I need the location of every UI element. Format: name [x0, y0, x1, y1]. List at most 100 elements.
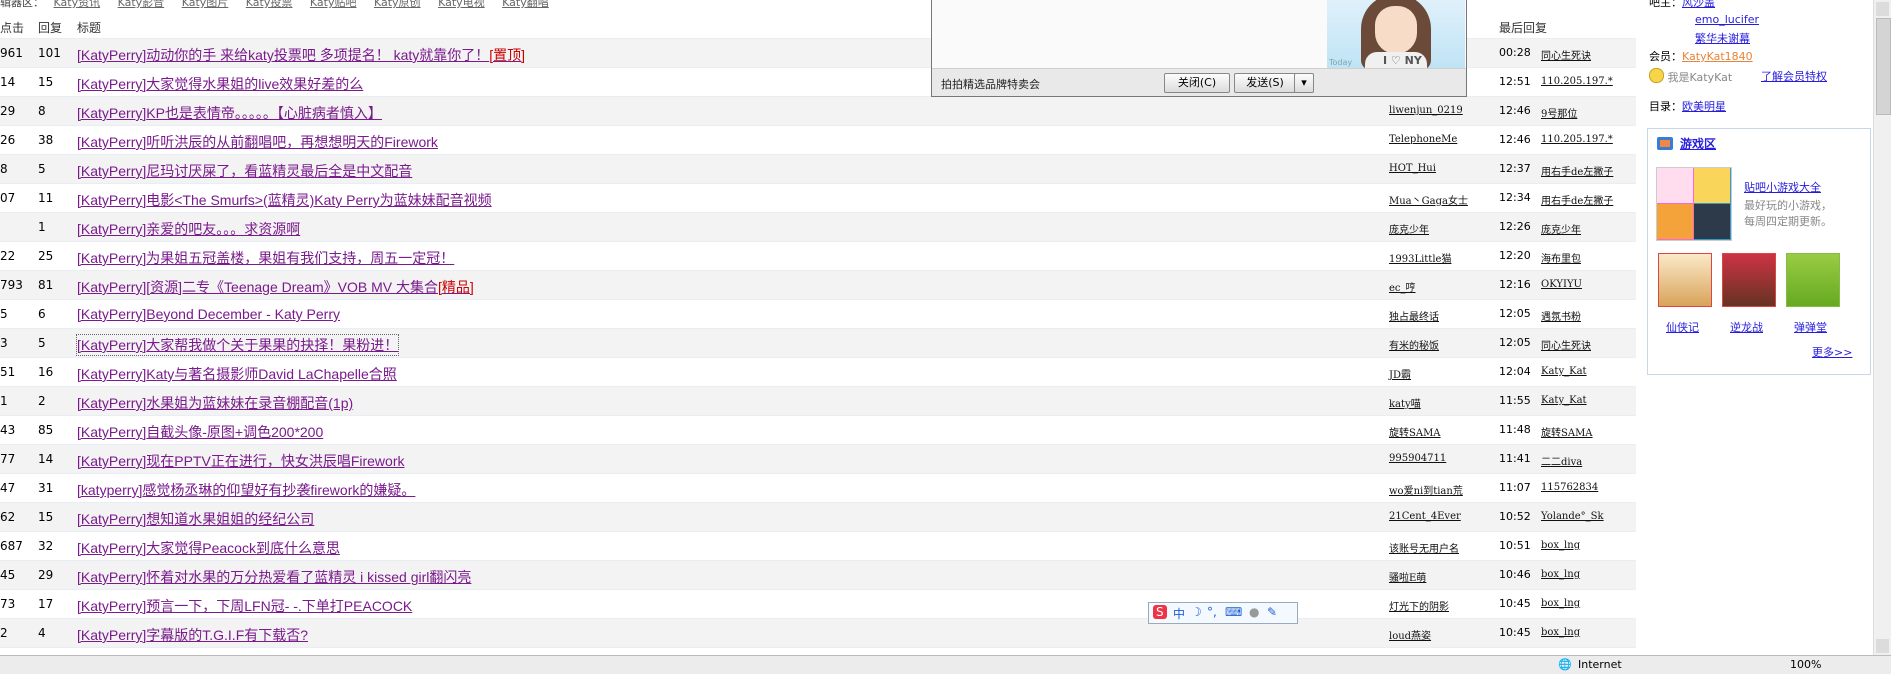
last-reply-user-link[interactable]: box_lng: [1541, 540, 1580, 551]
top-nav-link[interactable]: Katy电视: [438, 0, 485, 9]
top-nav-link[interactable]: Katy图片: [182, 0, 229, 9]
user-icon[interactable]: ●: [1249, 605, 1259, 619]
last-reply-user-link[interactable]: 二二diva: [1541, 453, 1582, 468]
top-nav-link[interactable]: Katy投票: [246, 0, 293, 9]
last-reply-user-link[interactable]: 庞克少年: [1541, 221, 1581, 236]
more-games-link[interactable]: 更多>>: [1812, 344, 1852, 360]
game-label[interactable]: 仙侠记: [1666, 319, 1699, 335]
thread-title-link[interactable]: [KatyPerry]Katy与著名摄影师David LaChapelle合照: [77, 364, 397, 384]
punctuation-icon[interactable]: °,: [1207, 605, 1217, 619]
thread-author-link[interactable]: HOT_Hui: [1389, 163, 1436, 174]
tool-icon[interactable]: ✎: [1267, 605, 1277, 619]
close-button[interactable]: 关闭(C): [1164, 73, 1230, 93]
send-button[interactable]: 发送(S): [1234, 73, 1296, 93]
top-nav-link[interactable]: Katy翻唱: [502, 0, 549, 9]
thread-author-link[interactable]: loud燕姿: [1389, 627, 1431, 642]
game-thumb-dandan[interactable]: [1786, 253, 1840, 307]
thread-author-link[interactable]: 庞克少年: [1389, 221, 1429, 236]
thread-title-link[interactable]: [KatyPerry]听听洪辰的从前翻唱吧，再想想明天的Firework: [77, 132, 438, 152]
last-reply-user-link[interactable]: 用右手de左撇子: [1541, 163, 1613, 178]
last-reply-user-link[interactable]: 同心生死诀: [1541, 337, 1591, 352]
thread-title-link[interactable]: [KatyPerry]KP也是表情帝。。。。。【心脏病者慎入】: [77, 103, 382, 123]
thread-title-link[interactable]: [KatyPerry]大家觉得Peacock到底什么意思: [77, 538, 340, 558]
zoom-label[interactable]: 100%: [1790, 658, 1821, 671]
thread-title-link[interactable]: [KatyPerry]大家觉得水果姐的live效果好差的么: [77, 74, 363, 94]
thread-title-link[interactable]: [KatyPerry]怀着对水果的万分热爱看了蓝精灵 i kissed girl…: [77, 567, 471, 587]
thread-author-link[interactable]: 1993Little猫: [1389, 250, 1451, 265]
thread-title-link[interactable]: [KatyPerry]为果姐五冠盖楼，果姐有我们支持，周五一定冠！: [77, 248, 454, 268]
last-reply-user-link[interactable]: 遇氛书粉: [1541, 308, 1581, 323]
thread-author-link[interactable]: 21Cent_4Ever: [1389, 511, 1461, 522]
thread-author-link[interactable]: JD霸: [1389, 366, 1411, 381]
scroll-up-icon[interactable]: [1876, 2, 1889, 16]
last-reply-user-link[interactable]: box_lng: [1541, 569, 1580, 580]
chevron-down-icon[interactable]: ▾: [1294, 73, 1314, 93]
keyboard-icon[interactable]: ⌨: [1225, 605, 1242, 619]
thread-author-link[interactable]: 有米的秘饭: [1389, 337, 1439, 352]
thread-author-link[interactable]: katy喵: [1389, 395, 1421, 410]
thread-title-link[interactable]: [KatyPerry]想知道水果姐姐的经纪公司: [77, 509, 314, 529]
last-reply-user-link[interactable]: 110.205.197.*: [1541, 134, 1613, 145]
last-reply-user-link[interactable]: 115762834: [1541, 482, 1598, 493]
last-reply-user-link[interactable]: 海布里包: [1541, 250, 1581, 265]
thread-title-link[interactable]: [KatyPerry]电影<The Smurfs>(蓝精灵)Katy Perry…: [77, 190, 492, 210]
member-link[interactable]: KatyKat1840: [1682, 50, 1753, 63]
owner-link[interactable]: 风沙盖: [1682, 0, 1715, 9]
manager-link[interactable]: emo_lucifer: [1695, 13, 1759, 26]
thread-title-link[interactable]: [KatyPerry]字幕版的T.G.I.F有下载否?: [77, 625, 308, 645]
sogou-icon[interactable]: S: [1153, 605, 1167, 619]
last-reply-user-link[interactable]: 9号那位: [1541, 105, 1577, 120]
thread-author-link[interactable]: TelephoneMe: [1389, 134, 1457, 145]
thread-title-link[interactable]: [KatyPerry]大家帮我做个关于果果的抉择！果粉进！: [75, 334, 400, 356]
last-reply-user-link[interactable]: box_lng: [1541, 627, 1580, 638]
manager-link[interactable]: 繁华未谢幕: [1695, 30, 1750, 46]
thread-title-link[interactable]: [KatyPerry]现在PPTV正在进行，快女洪辰唱Firework: [77, 451, 404, 471]
top-nav-link[interactable]: Katy贴吧: [310, 0, 357, 9]
scrollbar-thumb[interactable]: [1876, 18, 1891, 115]
game-thumb-xianxia[interactable]: [1658, 253, 1712, 307]
thread-author-link[interactable]: liwenjun_0219: [1389, 105, 1463, 116]
last-reply-user-link[interactable]: Katy_Kat: [1541, 395, 1587, 406]
thread-title-link[interactable]: [KatyPerry]水果姐为蓝妹妹在录音棚配音(1p): [77, 393, 353, 413]
thread-author-link[interactable]: 旋转SAMA: [1389, 424, 1441, 439]
scroll-down-icon[interactable]: [1876, 639, 1889, 653]
top-nav-link[interactable]: Katy资讯: [54, 0, 101, 9]
thread-title-link[interactable]: [KatyPerry]尼玛讨厌屎了，看蓝精灵最后全是中文配音: [77, 161, 412, 181]
last-reply-user-link[interactable]: box_lng: [1541, 598, 1580, 609]
ime-lang-toggle[interactable]: 中: [1173, 605, 1185, 622]
thread-title-link[interactable]: [KatyPerry]Beyond December - Katy Perry: [77, 306, 340, 322]
thread-author-link[interactable]: 灯光下的阴影: [1389, 598, 1449, 613]
game-collage-image[interactable]: [1656, 167, 1732, 241]
thread-title-link[interactable]: [KatyPerry]动动你的手 来给katy投票吧 多项提名！ katy就靠你…: [77, 45, 525, 65]
thread-author-link[interactable]: 995904711: [1389, 453, 1446, 464]
last-reply-user-link[interactable]: Yolande°_Sk: [1541, 511, 1604, 522]
thread-title-link[interactable]: [KatyPerry]自截头像-原图+调色200*200: [77, 422, 323, 442]
top-nav-link[interactable]: Katy影音: [118, 0, 165, 9]
thread-author-link[interactable]: 骚啦E萌: [1389, 569, 1426, 584]
game-zone-title[interactable]: 游戏区: [1680, 135, 1716, 152]
game-list-link[interactable]: 贴吧小游戏大全: [1744, 179, 1821, 195]
thread-title-link[interactable]: [KatyPerry][资源]二专《Teenage Dream》VOB MV 大…: [77, 277, 474, 297]
game-label[interactable]: 弹弹堂: [1794, 319, 1827, 335]
thread-title-link[interactable]: [KatyPerry]亲爱的吧友。。。求资源啊: [77, 219, 300, 239]
last-reply-user-link[interactable]: 用右手de左撇子: [1541, 192, 1613, 207]
dir-link[interactable]: 欧美明星: [1682, 100, 1726, 113]
member-privilege-link[interactable]: 了解会员特权: [1761, 68, 1827, 84]
thread-author-link[interactable]: 独占最终话: [1389, 308, 1439, 323]
game-thumb-nilong[interactable]: [1722, 253, 1776, 307]
last-reply-user-link[interactable]: Katy_Kat: [1541, 366, 1587, 377]
moon-icon[interactable]: ☽: [1191, 605, 1202, 619]
thread-author-link[interactable]: 该账号无用户名: [1389, 540, 1459, 555]
last-reply-user-link[interactable]: 同心生死诀: [1541, 47, 1591, 62]
thread-author-link[interactable]: Mua丶Gaga女士: [1389, 192, 1468, 207]
vertical-scrollbar[interactable]: [1873, 0, 1891, 655]
thread-author-link[interactable]: ec_哼: [1389, 279, 1416, 294]
thread-title-link[interactable]: [KatyPerry]预言一下，下周LFN冠- -.下单打PEACOCK: [77, 596, 412, 616]
last-reply-user-link[interactable]: 旋转SAMA: [1541, 424, 1593, 439]
game-label[interactable]: 逆龙战: [1730, 319, 1763, 335]
thread-title-link[interactable]: [katyperry]感觉杨丞琳的仰望好有抄袭firework的嫌疑。: [77, 480, 415, 500]
thread-author-link[interactable]: wo爱ni到tian荒: [1389, 482, 1463, 497]
last-reply-user-link[interactable]: OKYIYU: [1541, 279, 1582, 290]
top-nav-link[interactable]: Katy原创: [374, 0, 421, 9]
last-reply-user-link[interactable]: 110.205.197.*: [1541, 76, 1613, 87]
